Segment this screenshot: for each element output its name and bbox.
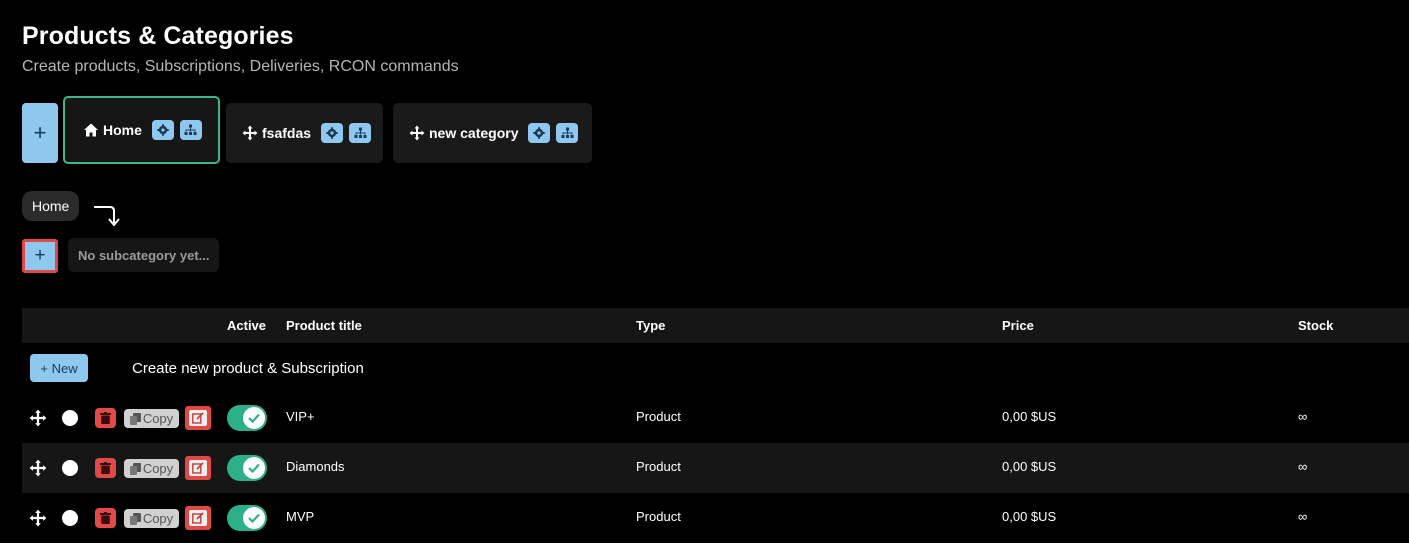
move-icon[interactable]: [29, 409, 47, 427]
move-icon[interactable]: [242, 125, 258, 141]
new-product-row: + New Create new product & Subscription: [22, 343, 1409, 393]
add-subcategory-button[interactable]: +: [22, 239, 58, 273]
edit-icon: [189, 410, 207, 426]
copy-icon: [129, 512, 141, 525]
page-subtitle: Create products, Subscriptions, Deliveri…: [22, 58, 459, 75]
trash-icon: [100, 412, 111, 424]
product-stock: ∞: [1298, 509, 1308, 524]
product-stock: ∞: [1298, 409, 1308, 424]
home-icon: [83, 122, 99, 138]
product-title: Diamonds: [286, 459, 345, 474]
check-icon: [243, 407, 265, 429]
copy-label: Copy: [142, 411, 174, 426]
category-label: fsafdas: [262, 125, 312, 141]
header-stock: Stock: [1298, 318, 1334, 333]
product-price: 0,00 $US: [1002, 409, 1057, 424]
category-hierarchy-button[interactable]: [179, 120, 202, 140]
category-settings-button[interactable]: [321, 123, 344, 143]
category-hierarchy-button[interactable]: [556, 123, 579, 143]
trash-icon: [100, 512, 111, 524]
page-title: Products & Categories: [22, 22, 294, 50]
product-price: 0,00 $US: [1002, 459, 1057, 474]
sitemap-icon: [354, 127, 367, 138]
edit-button[interactable]: [185, 506, 211, 530]
category-card-fsafdas[interactable]: fsafdas: [226, 103, 383, 163]
copy-button[interactable]: Copy: [124, 409, 179, 428]
delete-button[interactable]: [95, 408, 116, 428]
check-icon: [243, 507, 265, 529]
subcategory-empty-text: No subcategory yet...: [68, 238, 220, 272]
table-row: Copy Diamonds Product 0,00 $US ∞: [22, 443, 1409, 493]
move-icon[interactable]: [29, 509, 47, 527]
category-label: Home: [103, 122, 142, 138]
edit-icon: [189, 460, 207, 476]
product-price: 0,00 $US: [1002, 509, 1057, 524]
gear-icon: [326, 127, 338, 139]
move-icon[interactable]: [409, 125, 425, 141]
turn-down-arrow-icon: [94, 206, 120, 227]
row-select-radio[interactable]: [62, 510, 78, 526]
header-price: Price: [1002, 318, 1034, 333]
check-icon: [243, 457, 265, 479]
edit-icon: [189, 510, 207, 526]
copy-icon: [129, 462, 141, 475]
product-type: Product: [636, 409, 681, 424]
breadcrumb[interactable]: Home: [22, 191, 80, 221]
category-hierarchy-button[interactable]: [349, 123, 372, 143]
edit-button[interactable]: [185, 406, 211, 430]
product-title: MVP: [286, 509, 315, 524]
table-row: Copy VIP+ Product 0,00 $US ∞: [22, 393, 1409, 443]
row-select-radio[interactable]: [62, 410, 78, 426]
delete-button[interactable]: [95, 508, 116, 528]
table-row: Copy MVP Product 0,00 $US ∞: [22, 493, 1409, 543]
category-label: new category: [429, 125, 519, 141]
new-product-button[interactable]: + New: [30, 354, 88, 382]
product-title: VIP+: [286, 409, 315, 424]
product-type: Product: [636, 509, 681, 524]
sitemap-icon: [561, 127, 574, 138]
category-settings-button[interactable]: [528, 123, 551, 143]
gear-icon: [157, 124, 169, 136]
active-toggle[interactable]: [227, 455, 267, 481]
header-product-title: Product title: [286, 318, 362, 333]
new-product-text: Create new product & Subscription: [132, 360, 364, 377]
category-card-new-category[interactable]: new category: [393, 103, 592, 163]
copy-button[interactable]: Copy: [124, 509, 179, 528]
product-stock: ∞: [1298, 459, 1308, 474]
header-active: Active: [227, 318, 267, 333]
category-card-home[interactable]: Home: [63, 96, 220, 164]
copy-label: Copy: [142, 461, 174, 476]
header-type: Type: [636, 318, 666, 333]
move-icon[interactable]: [29, 459, 47, 477]
trash-icon: [100, 462, 111, 474]
copy-button[interactable]: Copy: [124, 459, 179, 478]
add-category-button[interactable]: +: [22, 103, 58, 163]
edit-button[interactable]: [185, 456, 211, 480]
category-settings-button[interactable]: [151, 120, 174, 140]
sitemap-icon: [184, 124, 197, 135]
active-toggle[interactable]: [227, 505, 267, 531]
row-select-radio[interactable]: [62, 460, 78, 476]
table-header: Active Product title Type Price Stock: [22, 308, 1409, 343]
copy-icon: [129, 412, 141, 425]
product-type: Product: [636, 459, 681, 474]
delete-button[interactable]: [95, 458, 116, 478]
gear-icon: [533, 127, 546, 139]
copy-label: Copy: [142, 511, 174, 526]
active-toggle[interactable]: [227, 405, 267, 431]
